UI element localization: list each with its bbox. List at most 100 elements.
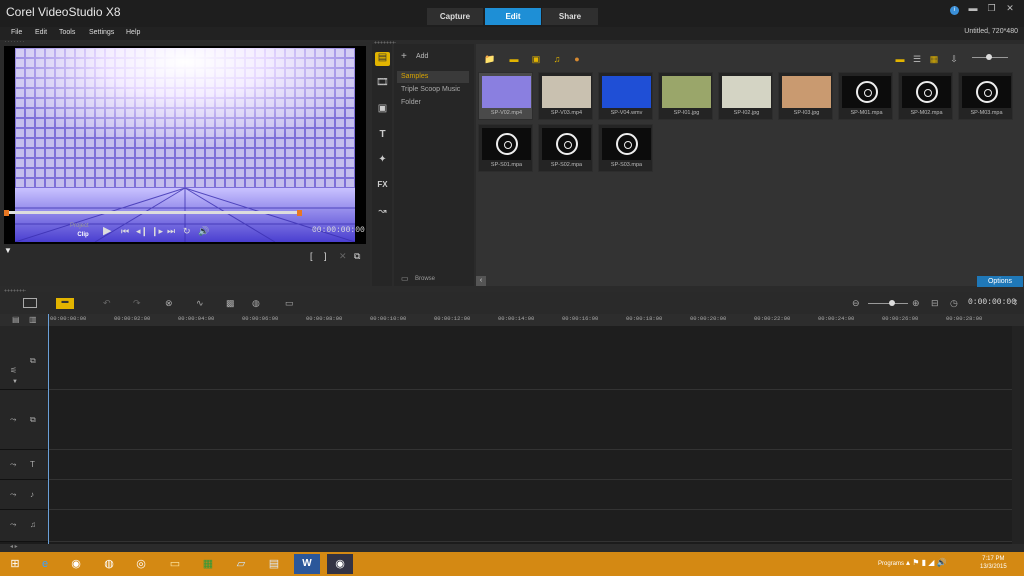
media-thumbnail[interactable]: SP-V03.mp4 [538, 72, 593, 120]
show-videos-icon[interactable]: ▬ [507, 54, 521, 64]
tab-share[interactable]: Share [542, 8, 598, 25]
media-thumbnail[interactable]: SP-I02.jpg [718, 72, 773, 120]
playhead[interactable] [48, 314, 49, 544]
zoom-slider[interactable] [868, 303, 908, 304]
media-player-icon[interactable]: ◎ [128, 554, 154, 574]
media-thumbnail[interactable]: SP-M02.mpa [898, 72, 953, 120]
mark-in-icon[interactable]: [ [310, 251, 313, 261]
record-capture-icon[interactable]: ⊗ [165, 298, 173, 309]
tab-edit[interactable]: Edit [485, 8, 541, 25]
options-button[interactable]: Options [977, 276, 1023, 287]
motion-tracking-icon[interactable]: ◍ [252, 298, 260, 309]
preview-timecode[interactable]: 00:00:00:00 [312, 226, 365, 235]
chrome-icon[interactable]: ◉ [63, 554, 89, 574]
split-clip-icon[interactable]: ✕ [339, 251, 347, 262]
grid-view-icon[interactable]: ▦ [927, 54, 941, 64]
close-button[interactable]: ✕ [1002, 3, 1018, 14]
chapter-point-icon[interactable]: ▥ [29, 315, 37, 324]
mark-out-icon[interactable]: ] [324, 251, 327, 261]
play-icon[interactable]: ▶ [103, 224, 111, 237]
storyboard-view-icon[interactable] [23, 298, 37, 308]
thumbnail-size-handle[interactable] [986, 54, 992, 60]
media-thumbnail[interactable]: SP-M01.mpa [838, 72, 893, 120]
folder-icon[interactable]: 📁 [483, 54, 497, 64]
nav-folder[interactable]: Folder [401, 99, 421, 106]
tab-capture[interactable]: Capture [427, 8, 483, 25]
store-icon[interactable]: ▦ [195, 554, 221, 574]
repeat-icon[interactable]: ↻ [183, 226, 191, 237]
home-icon[interactable]: ⏮ [121, 226, 129, 237]
timeline-timecode[interactable]: 0:00:00:00 [968, 298, 1016, 307]
menu-file[interactable]: File [11, 29, 22, 36]
start-icon[interactable]: ⊞ [2, 554, 28, 574]
media-thumbnail[interactable]: SP-I01.jpg [658, 72, 713, 120]
list-view-icon[interactable]: ☰ [910, 54, 924, 64]
scrub-bar[interactable] [6, 211, 300, 214]
subtitle-editor-icon[interactable]: ▭ [285, 298, 294, 309]
transition-icon[interactable]: ▣ [375, 103, 390, 117]
collapse-library-icon[interactable]: ‹ [476, 276, 486, 286]
notes-icon[interactable]: ▱ [228, 554, 254, 574]
thumbnail-view-icon[interactable]: ▬ [893, 54, 907, 64]
undo-icon[interactable]: ↶ [103, 298, 111, 309]
help-icon[interactable]: i [946, 3, 962, 15]
media-thumbnail[interactable]: SP-S01.mpa [478, 124, 533, 172]
videostudio-taskbar-icon[interactable]: ◉ [327, 554, 353, 574]
media-icon[interactable]: ▤ [375, 52, 390, 66]
media-thumbnail[interactable]: SP-V04.wmv [598, 72, 653, 120]
show-photos-icon[interactable]: ▣ [529, 54, 543, 64]
timecode-stepper[interactable]: ⇕ [1012, 298, 1019, 307]
overlay-track[interactable] [48, 390, 1012, 450]
sort-icon[interactable]: ⇩ [947, 54, 961, 64]
project-clip-toggle[interactable]: Project Clip [70, 222, 89, 240]
file-explorer-icon[interactable]: ▭ [162, 554, 188, 574]
timeline-vertical-scrollbar[interactable] [1012, 326, 1024, 544]
video-track[interactable] [48, 326, 1012, 390]
word-icon[interactable]: W [294, 554, 320, 574]
internet-explorer-icon[interactable]: e [32, 554, 58, 574]
import-icon[interactable]: ● [570, 54, 584, 64]
music-track[interactable] [48, 510, 1012, 542]
next-frame-icon[interactable]: ❙▸ [151, 226, 163, 237]
timeline-view-icon[interactable]: ▬ [56, 298, 74, 309]
programs-label[interactable]: Programs [878, 561, 904, 567]
fit-project-icon[interactable]: ⊟ [931, 298, 939, 309]
browse-icon[interactable]: ▭ [401, 274, 409, 283]
end-icon[interactable]: ⏭ [167, 226, 175, 237]
previous-frame-icon[interactable]: ◂❙ [136, 226, 148, 237]
media-thumbnail[interactable]: SP-V02.mp4 [478, 72, 533, 120]
add-icon[interactable]: + [401, 51, 407, 62]
title-icon[interactable]: T [375, 129, 390, 143]
path-icon[interactable]: ↝ [375, 206, 390, 220]
track-manager-icon[interactable]: ▤ [12, 315, 20, 324]
menu-edit[interactable]: Edit [35, 29, 47, 36]
enlarge-preview-icon[interactable]: ⧉ [354, 251, 360, 262]
menu-help[interactable]: Help [126, 29, 140, 36]
trim-out-handle[interactable] [297, 210, 302, 216]
media-thumbnail[interactable]: SP-I03.jpg [778, 72, 833, 120]
browse-label[interactable]: Browse [415, 276, 435, 282]
fx-icon[interactable]: FX [375, 180, 390, 194]
redo-icon[interactable]: ↷ [133, 298, 141, 309]
volume-icon[interactable]: 🔊 [198, 226, 209, 237]
tray-icons[interactable]: ▴ ⚑ ▮ ◢ 🔊 [906, 558, 947, 567]
menu-settings[interactable]: Settings [89, 29, 114, 36]
zoom-out-icon[interactable]: ⊖ [852, 298, 860, 309]
auto-music-icon[interactable]: ▩ [226, 298, 235, 309]
menu-tools[interactable]: Tools [59, 29, 75, 36]
voice-track[interactable] [48, 480, 1012, 510]
media-thumbnail[interactable]: SP-M03.mpa [958, 72, 1013, 120]
media-thumbnail[interactable]: SP-S03.mpa [598, 124, 653, 172]
add-label[interactable]: Add [416, 53, 428, 60]
instant-project-icon[interactable]: 🎞 [375, 77, 390, 91]
zoom-in-icon[interactable]: ⊕ [912, 298, 920, 309]
scrub-start-marker[interactable]: ▼ [4, 246, 12, 255]
show-audio-icon[interactable]: ♫ [550, 54, 564, 64]
graphic-icon[interactable]: ✦ [375, 154, 390, 168]
restore-button[interactable]: ❐ [983, 3, 999, 14]
nav-samples[interactable]: Samples [397, 71, 469, 83]
title-track[interactable] [48, 450, 1012, 480]
minimize-button[interactable]: ▬ [965, 3, 981, 13]
nav-triple-scoop-music[interactable]: Triple Scoop Music [401, 86, 460, 93]
media-thumbnail[interactable]: SP-S02.mpa [538, 124, 593, 172]
